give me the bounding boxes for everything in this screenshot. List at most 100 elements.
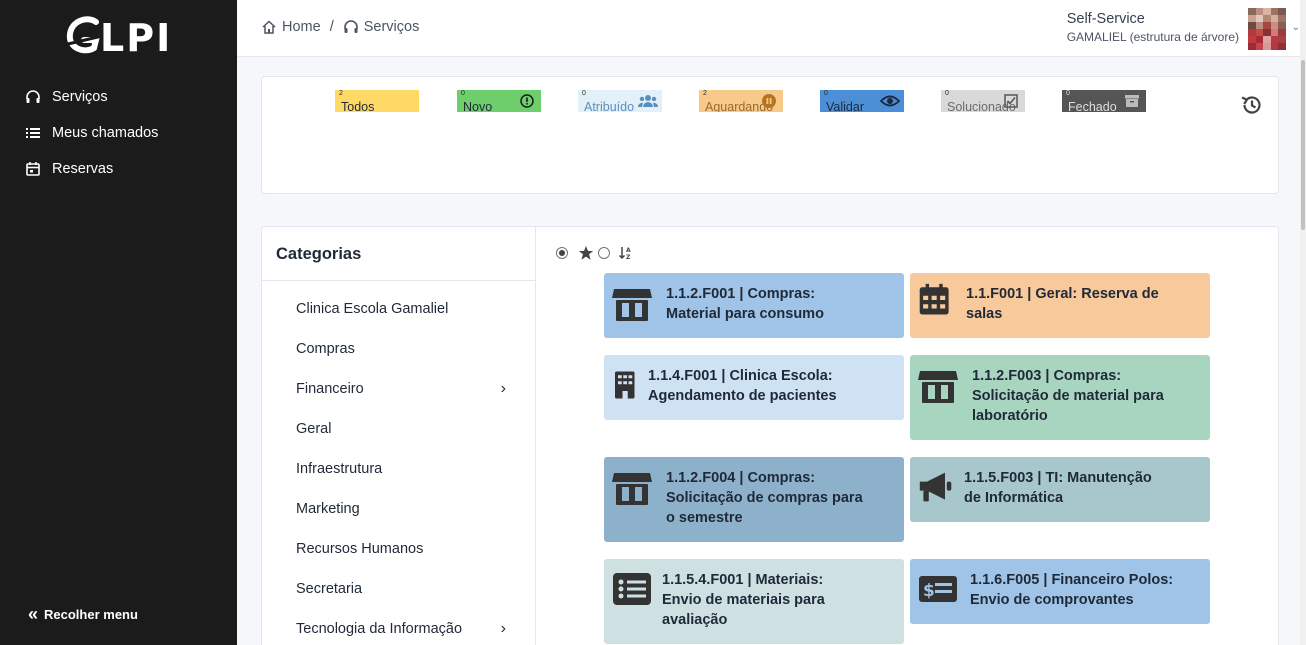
archive-icon [1125, 95, 1139, 107]
status-count: 0 [945, 90, 949, 97]
form-card-text: 1.1.5.4.F001 | Materiais: Envio de materi… [662, 572, 825, 628]
chevron-down-icon[interactable]: ⌄ [1292, 22, 1300, 33]
view-all-radio[interactable] [556, 247, 568, 259]
category-label: Clinica Escola Gamaliel [296, 301, 449, 317]
chevron-right-icon[interactable]: › [501, 369, 506, 409]
category-item[interactable]: Secretaria [262, 569, 536, 609]
sidebar-item-servicos[interactable]: Serviços [0, 79, 237, 115]
list-icon [26, 128, 40, 138]
list-alt-icon [613, 573, 651, 605]
form-card-text: 1.1.2.F003 | Compras: Solicitação de mate… [972, 368, 1164, 424]
chevron-right-icon[interactable]: › [501, 609, 506, 645]
form-card[interactable]: 1.1.5.4.F001 | Materiais: Envio de materi… [604, 559, 904, 644]
glpi-logo[interactable]: LPI [66, 14, 176, 62]
double-chevron-left-icon: « [28, 604, 39, 624]
form-card-text: 1.1.4.F001 | Clinica Escola: Agendamento … [648, 368, 837, 404]
breadcrumb-separator: / [329, 19, 334, 35]
status-tile-solucionado[interactable]: 0 Solucionado [941, 90, 1025, 112]
sidebar-item-reservas[interactable]: Reservas [0, 151, 237, 187]
status-label: Atribuído [584, 100, 635, 112]
form-card-text: 1.1.6.F005 | Financeiro Polos: Envio de c… [970, 572, 1174, 608]
form-card-text: 1.1.2.F001 | Compras: Material para consu… [666, 286, 824, 322]
scrollbar-thumb[interactable] [1301, 60, 1305, 230]
store-icon [918, 371, 958, 403]
status-tile-fechado[interactable]: 0 Fechado [1062, 90, 1146, 112]
avatar[interactable] [1248, 8, 1286, 50]
status-tile-atribuido[interactable]: 0 Atribuído [578, 90, 662, 112]
category-label: Geral [296, 421, 332, 437]
status-count: 2 [703, 90, 707, 97]
sidebar-item-label: Serviços [52, 89, 108, 105]
breadcrumb-servicos-label: Serviços [363, 19, 420, 35]
star-icon[interactable] [578, 245, 594, 261]
category-item[interactable]: Compras [262, 329, 536, 369]
category-item[interactable]: Geral [262, 409, 536, 449]
category-item[interactable]: Recursos Humanos [262, 529, 536, 569]
category-item[interactable]: Financeiro › [262, 369, 536, 409]
ticket-status-panel: 2 Todos 0 Novo 0 Atribuído 2 Aguardando … [261, 76, 1279, 194]
form-card-text: 1.1.F001 | Geral: Reserva de salas [966, 286, 1159, 322]
category-label: Financeiro [296, 381, 364, 397]
category-label: Recursos Humanos [296, 541, 424, 557]
calendar-icon [919, 283, 949, 315]
view-favorites-radio[interactable] [598, 247, 610, 259]
eye-icon [880, 95, 900, 107]
category-label: Tecnologia da Informação [296, 621, 463, 637]
category-item[interactable]: Tecnologia da Informação › [262, 609, 536, 645]
breadcrumb-home[interactable]: Home [261, 19, 321, 35]
exclamation-circle-icon [520, 94, 534, 108]
store-icon [612, 289, 652, 321]
sidebar-item-label: Reservas [52, 161, 114, 177]
home-icon [262, 20, 276, 34]
status-tile-validar[interactable]: 0 Validar [820, 90, 904, 112]
categories-panel: Categorias Clinica Escola Gamaliel Compr… [262, 227, 536, 645]
form-card-text: 1.1.5.F003 | TI: Manutenção de Informátic… [964, 470, 1152, 506]
user-profile-info[interactable]: Self-Service GAMALIEL (estrutura de árvo… [1067, 11, 1239, 44]
form-card[interactable]: 1.1.2.F004 | Compras: Solicitação de comp… [604, 457, 904, 542]
building-icon [615, 371, 635, 399]
status-count: 0 [1066, 90, 1070, 97]
form-card[interactable]: 1.1.5.F003 | TI: Manutenção de Informátic… [910, 457, 1210, 522]
form-card[interactable]: 1.1.2.F001 | Compras: Material para consu… [604, 273, 904, 338]
category-item[interactable]: Infraestrutura [262, 449, 536, 489]
category-item[interactable]: Clinica Escola Gamaliel [262, 289, 536, 329]
breadcrumb-servicos[interactable]: Serviços [343, 19, 420, 35]
form-card-text: 1.1.2.F004 | Compras: Solicitação de comp… [666, 470, 863, 526]
svg-text:$: $ [923, 581, 935, 601]
store-icon [612, 473, 652, 505]
status-label: Todos [341, 100, 375, 112]
status-count: 0 [824, 90, 828, 97]
status-count: 0 [582, 90, 586, 97]
catalog-toolbar: AZ [556, 245, 634, 261]
form-card[interactable]: 1.1.F001 | Geral: Reserva de salas [910, 273, 1210, 338]
form-card[interactable]: 1.1.2.F003 | Compras: Solicitação de mate… [910, 355, 1210, 440]
category-label: Compras [296, 341, 355, 357]
page-scrollbar[interactable] [1300, 0, 1306, 645]
category-label: Infraestrutura [296, 461, 383, 477]
status-label: Novo [463, 100, 493, 112]
status-tile-todos[interactable]: 2 Todos [335, 90, 419, 112]
logo-text: LPI [100, 16, 173, 60]
sidebar-item-label: Meus chamados [52, 125, 159, 141]
status-tile-aguardando[interactable]: 2 Aguardando [699, 90, 783, 112]
headset-icon [343, 20, 358, 33]
status-tile-novo[interactable]: 0 Novo [457, 90, 541, 112]
form-card[interactable]: 1.1.4.F001 | Clinica Escola: Agendamento … [604, 355, 904, 420]
svg-text:A: A [626, 247, 631, 254]
category-item[interactable]: Marketing [262, 489, 536, 529]
categories-title: Categorias [276, 245, 362, 263]
top-header: Home / Serviços Self-Service GAMALIEL (e… [237, 0, 1306, 57]
sort-icon[interactable]: AZ [618, 245, 634, 261]
collapse-menu-button[interactable]: « Recolher menu [28, 605, 138, 623]
sidebar: LPI Serviços Meus chamados Reservas « Re… [0, 0, 237, 645]
status-label: Validar [826, 100, 864, 112]
status-label: Fechado [1068, 100, 1117, 112]
pause-circle-icon [762, 94, 776, 108]
form-card[interactable]: $ 1.1.6.F005 | Financeiro Polos: Envio de… [910, 559, 1210, 624]
sidebar-item-meus-chamados[interactable]: Meus chamados [0, 115, 237, 151]
categories-list: Clinica Escola Gamaliel Compras Financei… [262, 289, 536, 645]
service-catalog: Categorias Clinica Escola Gamaliel Compr… [261, 226, 1279, 645]
status-count: 0 [461, 90, 465, 97]
categories-divider [262, 280, 536, 281]
history-icon[interactable] [1240, 93, 1264, 117]
